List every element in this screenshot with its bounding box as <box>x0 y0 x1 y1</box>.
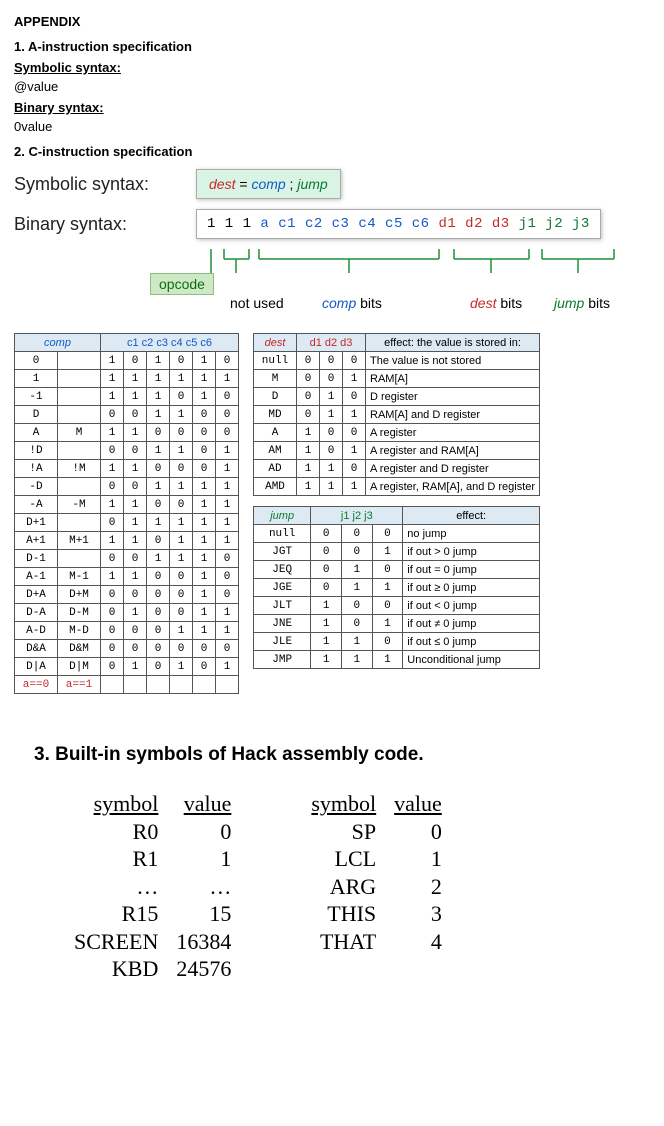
table-row: JNE101if out ≠ 0 jump <box>254 615 540 633</box>
table-row: AMD111A register, RAM[A], and D register <box>254 478 540 496</box>
table-row: A-1M-1110010 <box>15 568 239 586</box>
table-row: D+AD+M000010 <box>15 586 239 604</box>
bin-syntax-label-1: Binary syntax: <box>14 100 650 115</box>
table-row: JMP111Unconditional jump <box>254 651 540 669</box>
table-row: null000no jump <box>254 525 540 543</box>
symbol-table-right: symbolSPLCLARGTHISTHAT value01234 <box>311 790 441 983</box>
table-row: JEQ010if out = 0 jump <box>254 561 540 579</box>
table-row: null000The value is not stored <box>254 352 540 370</box>
table-row: D-1001110 <box>15 550 239 568</box>
notused-label: not used <box>230 295 284 311</box>
table-row: A-DM-D000111 <box>15 622 239 640</box>
sym-syntax-box: dest = comp ; jump <box>196 169 341 199</box>
sym-syntax-body-1: @value <box>14 79 650 94</box>
dest-bits-label: dest bits <box>470 295 522 311</box>
table-row: JGT001if out > 0 jump <box>254 543 540 561</box>
symbol-table-left: symbolR0R1…R15SCREENKBD value01…15163842… <box>74 790 231 983</box>
sec1-heading: 1. A-instruction specification <box>14 39 650 54</box>
table-row: JGE011if out ≥ 0 jump <box>254 579 540 597</box>
sym-syntax-label-1: Symbolic syntax: <box>14 60 650 75</box>
jump-bits-label: jump bits <box>554 295 610 311</box>
tables-area: compc1 c2 c3 c4 c5 c601010101111111-1111… <box>14 333 650 694</box>
table-row: a==0a==1 <box>15 676 239 694</box>
sec2-heading: 2. C-instruction specification <box>14 144 650 159</box>
symbol-tables: symbolR0R1…R15SCREENKBD value01…15163842… <box>34 790 630 983</box>
table-row: -A-M110011 <box>15 496 239 514</box>
table-row: !D001101 <box>15 442 239 460</box>
table-row: 1111111 <box>15 370 239 388</box>
sym-jump: jump <box>297 176 327 192</box>
dest-table: destd1 d2 d3effect: the value is stored … <box>253 333 540 496</box>
sec3-heading: 3. Built-in symbols of Hack assembly cod… <box>34 744 630 766</box>
sym-comp: comp <box>251 176 285 192</box>
bracket-diagram: opcode not used comp bits dest bits jump… <box>154 249 650 329</box>
symbolic-syntax-row: Symbolic syntax: dest = comp ; jump <box>14 169 650 199</box>
sym-dest: dest <box>209 176 235 192</box>
table-row: M001RAM[A] <box>254 370 540 388</box>
table-row: AM110000 <box>15 424 239 442</box>
table-row: JLT100if out < 0 jump <box>254 597 540 615</box>
appendix-title: APPENDIX <box>14 14 650 29</box>
table-row: AD110A register and D register <box>254 460 540 478</box>
table-row: -D001111 <box>15 478 239 496</box>
opcode-label: opcode <box>150 273 214 295</box>
table-row: A+1M+1110111 <box>15 532 239 550</box>
page: APPENDIX 1. A-instruction specification … <box>0 0 664 1013</box>
table-row: !A!M110001 <box>15 460 239 478</box>
table-row: MD011RAM[A] and D register <box>254 406 540 424</box>
table-row: D010D register <box>254 388 540 406</box>
table-row: -1111010 <box>15 388 239 406</box>
table-row: D001100 <box>15 406 239 424</box>
comp-table: compc1 c2 c3 c4 c5 c601010101111111-1111… <box>14 333 239 694</box>
table-row: JLE110if out ≤ 0 jump <box>254 633 540 651</box>
table-row: A100A register <box>254 424 540 442</box>
bin-syntax-box: 1 1 1 a c1 c2 c3 c4 c5 c6 d1 d2 d3 j1 j2… <box>196 209 601 239</box>
table-row: D|AD|M010101 <box>15 658 239 676</box>
sec3: 3. Built-in symbols of Hack assembly cod… <box>14 744 650 983</box>
binary-syntax-row: Binary syntax: 1 1 1 a c1 c2 c3 c4 c5 c6… <box>14 209 650 239</box>
table-row: AM101A register and RAM[A] <box>254 442 540 460</box>
sym-syntax-label-2: Symbolic syntax: <box>14 174 182 195</box>
table-row: 0101010 <box>15 352 239 370</box>
table-row: D+1011111 <box>15 514 239 532</box>
bin-syntax-body-1: 0value <box>14 119 650 134</box>
comp-bits-label: comp bits <box>322 295 382 311</box>
table-row: D-AD-M010011 <box>15 604 239 622</box>
bin-syntax-label-2: Binary syntax: <box>14 214 182 235</box>
table-row: D&AD&M000000 <box>15 640 239 658</box>
bracket-svg <box>154 249 664 295</box>
jump-table: jumpj1 j2 j3effect:null000no jumpJGT001i… <box>253 506 540 669</box>
